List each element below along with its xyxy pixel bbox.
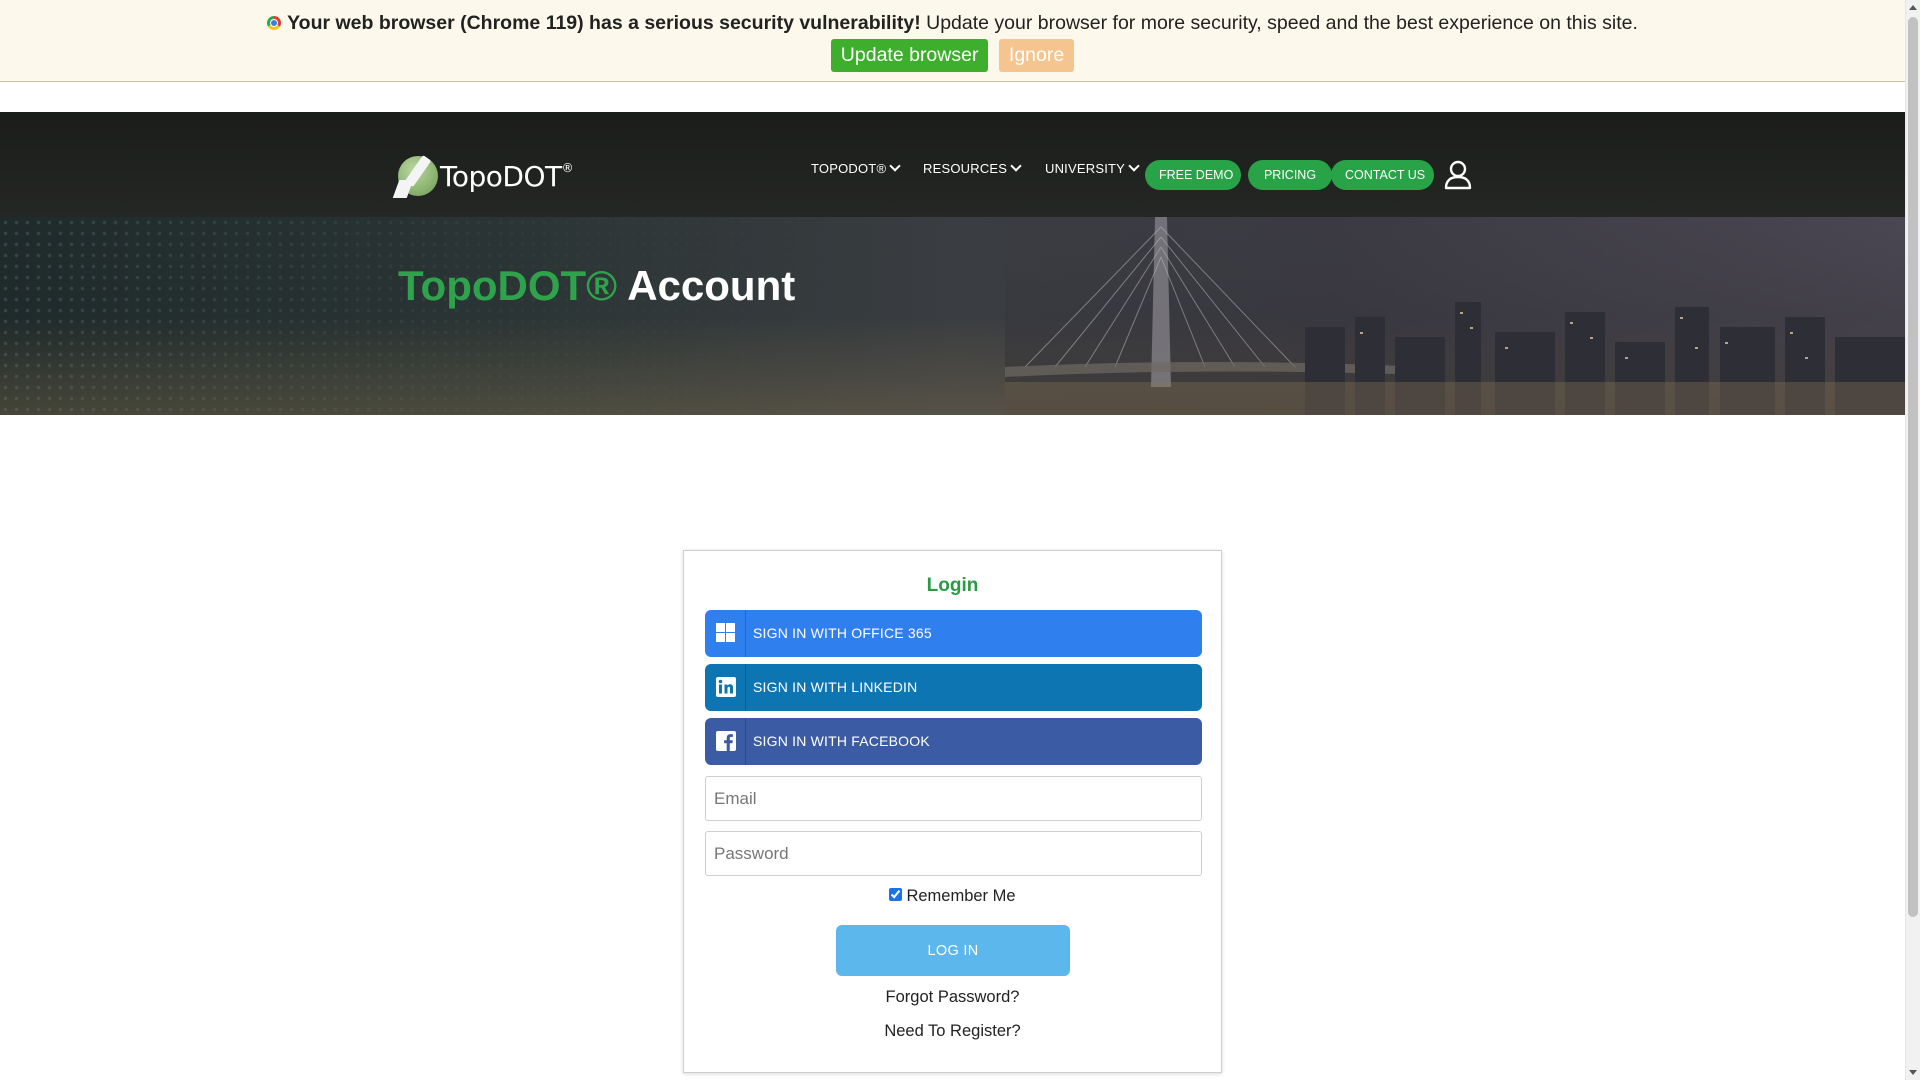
browser-warning-bar: Your web browser (Chrome 119) has a seri… bbox=[0, 0, 1905, 82]
chrome-icon bbox=[267, 16, 282, 30]
warning-actions: Update browser Ignore bbox=[0, 39, 1905, 72]
scrollbar-thumb[interactable] bbox=[1908, 17, 1918, 917]
chevron-down-icon bbox=[1128, 160, 1140, 172]
free-demo-button[interactable]: FREE DEMO bbox=[1145, 160, 1241, 190]
city-skyline-image bbox=[1005, 217, 1905, 415]
sso-office-label: SIGN IN WITH OFFICE 365 bbox=[753, 625, 932, 641]
page: Your web browser (Chrome 119) has a seri… bbox=[0, 0, 1905, 1080]
sign-in-linkedin-button[interactable]: SIGN IN WITH LINKEDIN bbox=[705, 664, 1202, 711]
linkedin-icon bbox=[705, 664, 746, 711]
password-field[interactable] bbox=[705, 831, 1202, 876]
contact-us-button[interactable]: CONTACT US bbox=[1331, 160, 1434, 190]
page-scrollbar[interactable] bbox=[1905, 0, 1920, 1080]
chevron-down-icon bbox=[1010, 160, 1022, 172]
sso-facebook-label: SIGN IN WITH FACEBOOK bbox=[753, 733, 930, 749]
sign-in-facebook-button[interactable]: SIGN IN WITH FACEBOOK bbox=[705, 718, 1202, 765]
remember-me-label[interactable]: Remember Me bbox=[906, 887, 1015, 905]
scroll-down-arrow-icon[interactable] bbox=[1909, 1070, 1917, 1075]
logo-mark-icon bbox=[398, 156, 438, 196]
sign-in-office365-button[interactable]: SIGN IN WITH OFFICE 365 bbox=[705, 610, 1202, 657]
hero-banner: TopoDOT® Account bbox=[0, 217, 1905, 415]
warning-bold-text: Your web browser (Chrome 119) has a seri… bbox=[287, 12, 921, 34]
sso-linkedin-label: SIGN IN WITH LINKEDIN bbox=[753, 679, 918, 695]
nav-item-topodot[interactable]: TOPODOT® bbox=[811, 160, 901, 176]
ignore-button[interactable]: Ignore bbox=[998, 39, 1075, 72]
remember-me-checkbox[interactable] bbox=[889, 888, 903, 901]
site-header: TopoDOT® TOPODOT® RESOURCES UNIVERSITY bbox=[0, 112, 1905, 217]
email-field[interactable] bbox=[705, 776, 1202, 821]
login-button[interactable]: LOG IN bbox=[836, 925, 1070, 976]
warning-body-text: Update your browser for more security, s… bbox=[920, 12, 1638, 34]
browser-warning-text: Your web browser (Chrome 119) has a seri… bbox=[0, 12, 1905, 35]
forgot-password-link[interactable]: Forgot Password? bbox=[684, 988, 1221, 1007]
nav-item-resources[interactable]: RESOURCES bbox=[923, 160, 1022, 176]
remember-me: Remember Me bbox=[684, 887, 1221, 906]
login-card: Login SIGN IN WITH OFFICE 365 SIGN IN WI… bbox=[683, 550, 1222, 1073]
facebook-icon bbox=[705, 718, 746, 765]
nav-item-university[interactable]: UNIVERSITY bbox=[1045, 160, 1140, 176]
windows-icon bbox=[705, 610, 746, 657]
page-title: TopoDOT® Account bbox=[398, 262, 796, 309]
register-link[interactable]: Need To Register? bbox=[684, 1022, 1221, 1041]
login-title: Login bbox=[926, 575, 979, 596]
update-browser-button[interactable]: Update browser bbox=[830, 39, 989, 72]
scroll-up-arrow-icon[interactable] bbox=[1909, 5, 1917, 10]
pricing-button[interactable]: PRICING bbox=[1248, 160, 1332, 190]
logo-text: TopoDOT® bbox=[440, 160, 574, 193]
user-icon[interactable] bbox=[1444, 160, 1472, 190]
chevron-down-icon bbox=[889, 160, 901, 172]
